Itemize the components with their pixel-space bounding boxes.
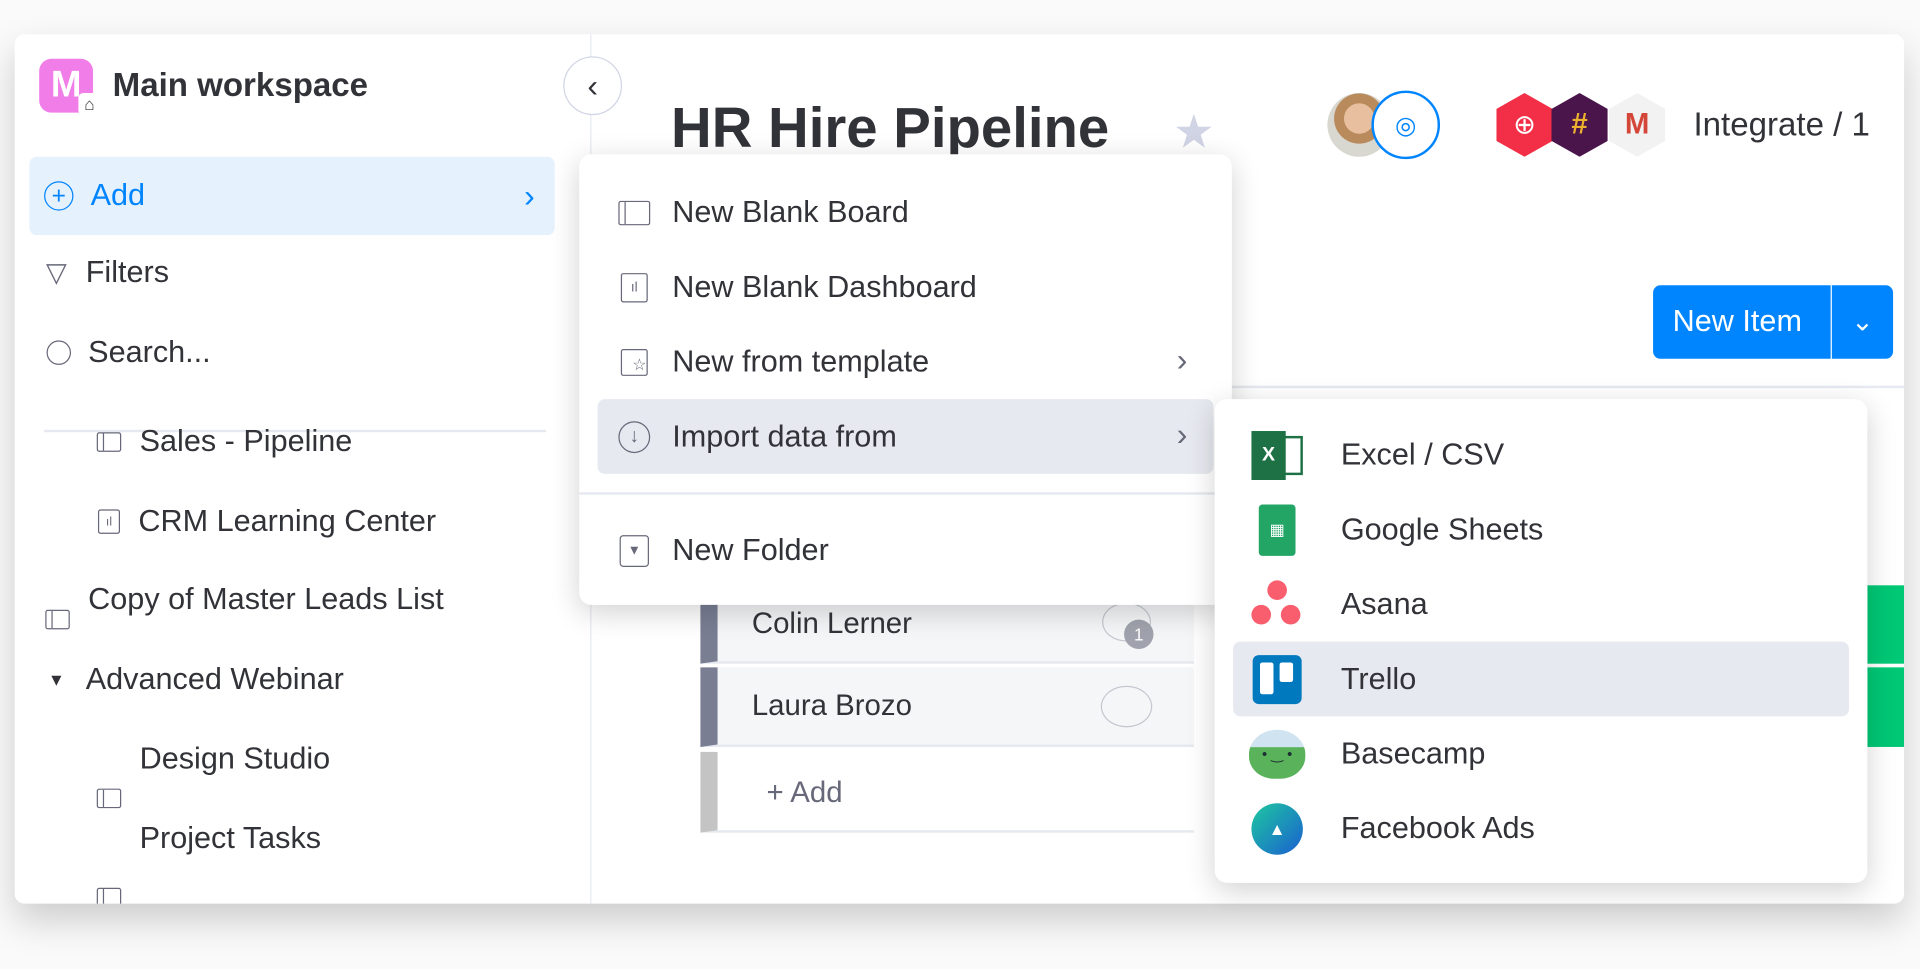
integrate-button[interactable]: Integrate / 1	[1693, 106, 1869, 144]
filter-icon: ▽	[45, 257, 67, 288]
import-option-excel-csv[interactable]: Excel / CSV	[1341, 438, 1504, 474]
plus-circle-icon: +	[44, 181, 74, 211]
folder-icon: ▼	[619, 535, 649, 567]
new-item-label: New Item	[1672, 304, 1802, 339]
menu-item-import-data-from[interactable]: ↓ Import data from ›	[597, 399, 1214, 474]
import-option-facebook-ads[interactable]: Facebook Ads	[1341, 811, 1535, 847]
search-button[interactable]: Search...	[88, 335, 211, 371]
import-option-google-sheets[interactable]: Google Sheets	[1341, 512, 1544, 548]
home-icon: ⌂	[78, 93, 101, 116]
page-title[interactable]: HR Hire Pipeline	[671, 94, 1109, 160]
import-submenu: X Excel / CSV ▦ Google Sheets Asana Trel…	[1214, 399, 1868, 883]
twilio-icon[interactable]: ⊕	[1496, 93, 1553, 157]
chevron-right-icon: ›	[1176, 415, 1188, 453]
divider	[579, 492, 1232, 495]
add-button[interactable]: + Add ›	[29, 156, 555, 236]
status-cell[interactable]	[1867, 667, 1905, 747]
download-circle-icon: ↓	[618, 421, 651, 454]
sidebar: M ⌂ Main workspace + Add › ▽ Filters Sea…	[15, 34, 592, 904]
chevron-right-icon: ›	[524, 176, 535, 214]
add-item-label: + Add	[766, 776, 843, 810]
dashboard-icon: ıl	[620, 273, 648, 303]
add-item-row[interactable]: + Add	[700, 751, 1194, 833]
board-icon	[618, 200, 651, 226]
gmail-icon[interactable]: M	[1608, 93, 1666, 157]
menu-item-new-from-template[interactable]: New from template	[672, 345, 929, 381]
menu-item-new-blank-board[interactable]: New Blank Board	[672, 195, 909, 231]
board-icon	[45, 609, 70, 630]
excel-icon: X	[1251, 431, 1303, 481]
board-viewers-eye-icon[interactable]: ◎	[1371, 90, 1441, 160]
sidebar-item-project-tasks[interactable]: Project Tasks	[140, 821, 321, 857]
import-option-asana[interactable]: Asana	[1341, 587, 1428, 623]
menu-item-new-folder[interactable]: New Folder	[672, 533, 829, 569]
new-item-dropdown-button[interactable]: ⌄	[1831, 285, 1894, 359]
board-icon	[96, 788, 122, 809]
comment-icon[interactable]	[1100, 685, 1153, 728]
template-icon: ☆	[620, 348, 648, 376]
menu-item-new-blank-dashboard[interactable]: New Blank Dashboard	[672, 270, 977, 306]
slack-icon[interactable]: #	[1551, 93, 1608, 157]
sidebar-item-sales-pipeline[interactable]: Sales - Pipeline	[140, 424, 353, 460]
dashboard-icon: ıl	[97, 509, 121, 534]
filters-button[interactable]: Filters	[86, 255, 169, 291]
asana-icon	[1251, 580, 1302, 629]
search-icon	[46, 340, 72, 365]
board-icon	[96, 887, 122, 904]
sidebar-item-copy-of-master-leads-list[interactable]: Copy of Master Leads List	[88, 582, 444, 618]
sidebar-folder-advanced-webinar[interactable]: Advanced Webinar	[86, 662, 344, 698]
basecamp-icon: • ‿ •	[1248, 729, 1306, 779]
collapse-sidebar-button[interactable]: ‹	[563, 56, 623, 116]
board-icon	[96, 432, 122, 452]
add-menu: New Blank Board ıl New Blank Dashboard ☆…	[579, 154, 1232, 605]
facebook-ads-icon: ▲	[1251, 803, 1303, 855]
trello-icon	[1252, 655, 1302, 705]
import-data-label: Import data from	[672, 419, 897, 454]
google-sheets-icon: ▦	[1258, 504, 1296, 556]
status-cell[interactable]	[1867, 585, 1905, 664]
item-name[interactable]: Colin Lerner	[752, 607, 912, 641]
comment-count-badge: 1	[1124, 619, 1154, 649]
chevron-right-icon: ›	[1176, 341, 1188, 378]
import-option-basecamp[interactable]: Basecamp	[1341, 737, 1486, 773]
table-row[interactable]: Laura Brozo	[700, 667, 1194, 747]
divider	[1231, 385, 1905, 389]
import-option-trello[interactable]: Trello	[1233, 641, 1849, 717]
sidebar-item-crm-learning-center[interactable]: CRM Learning Center	[138, 504, 436, 540]
sidebar-item-design-studio[interactable]: Design Studio	[140, 741, 331, 777]
caret-down-icon: ▼	[47, 669, 65, 690]
item-name[interactable]: Laura Brozo	[752, 689, 912, 723]
add-label: Add	[90, 178, 146, 213]
new-item-button[interactable]: New Item	[1653, 285, 1831, 359]
star-icon[interactable]: ★	[1173, 105, 1215, 160]
workspace-name[interactable]: Main workspace	[113, 67, 368, 105]
trello-label: Trello	[1340, 661, 1417, 697]
